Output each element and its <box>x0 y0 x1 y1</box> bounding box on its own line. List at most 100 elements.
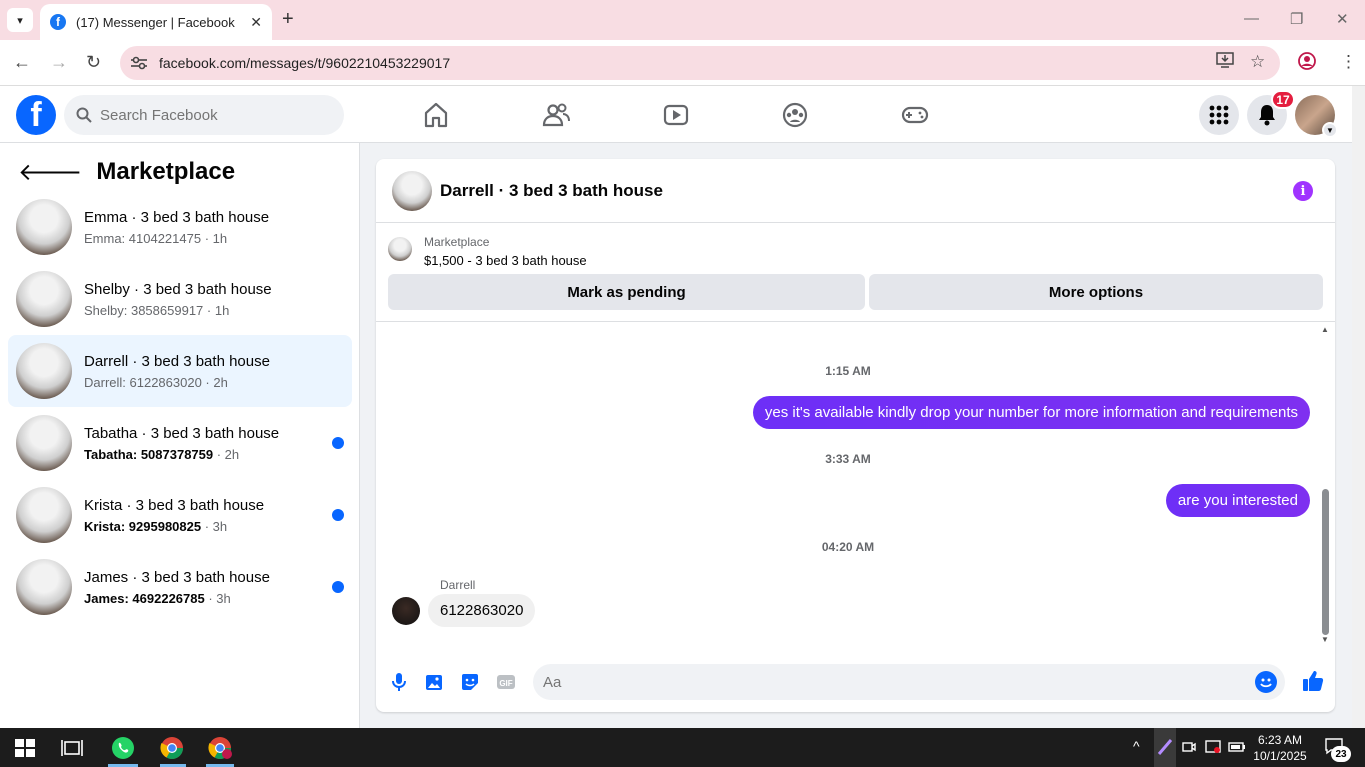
page-title: Marketplace <box>96 158 236 185</box>
chat-title[interactable]: Darrell · 3 bed 3 bath house <box>440 181 663 201</box>
marketplace-label: Marketplace <box>424 235 490 249</box>
chat-panel: Darrell · 3 bed 3 bath house i Marketpla… <box>376 159 1335 712</box>
listing-thumbnail <box>16 343 72 399</box>
page-scrollbar[interactable] <box>1352 86 1365 728</box>
show-hidden-icons-icon[interactable]: ^ <box>1133 738 1140 754</box>
restore-icon[interactable]: ❐ <box>1290 10 1303 28</box>
security-tray-icon[interactable] <box>1205 740 1221 754</box>
incoming-message[interactable]: 6122863020 <box>428 594 536 627</box>
conversation-item-active[interactable]: Darrell · 3 bed 3 bath house Darrell: 61… <box>8 335 352 407</box>
more-options-button[interactable]: More options <box>869 274 1323 310</box>
forward-icon[interactable]: → <box>50 52 68 73</box>
conversation-item[interactable]: James · 3 bed 3 bath house James: 469222… <box>8 551 352 623</box>
browser-menu-icon[interactable]: ⋮ <box>1340 52 1357 72</box>
chevron-down-icon: ▼ <box>1322 122 1338 138</box>
inbox-header: 🡐 Marketplace <box>18 157 235 187</box>
system-clock[interactable]: 6:23 AM 10/1/2025 <box>1250 732 1310 764</box>
video-icon[interactable] <box>661 100 691 130</box>
conversation-time: · 1h <box>201 230 228 246</box>
browser-toolbar: ← → ↻ facebook.com/messages/t/9602210453… <box>0 40 1365 86</box>
minimize-icon[interactable]: — <box>1244 10 1259 27</box>
svg-text:GIF: GIF <box>499 679 512 688</box>
conversation-item[interactable]: Krista · 3 bed 3 bath house Krista: 9295… <box>8 479 352 551</box>
listing-thumbnail <box>388 237 412 261</box>
listing-thumbnail[interactable] <box>392 170 432 211</box>
facebook-logo[interactable]: f <box>16 95 56 135</box>
friends-icon[interactable] <box>541 100 571 130</box>
menu-grid-icon[interactable] <box>1199 95 1239 135</box>
info-icon[interactable]: i <box>1293 181 1313 201</box>
message-timestamp: 1:15 AM <box>825 364 871 378</box>
conversation-name: Shelby · 3 bed 3 bath house <box>84 280 272 298</box>
marketplace-inbox: 🡐 Marketplace Emma · 3 bed 3 bath house … <box>0 143 360 728</box>
windows-start-icon[interactable] <box>13 736 37 760</box>
sticker-icon[interactable] <box>459 671 481 693</box>
conversation-preview: Shelby: 3858659917 <box>84 302 204 318</box>
listing-summary[interactable]: Marketplace $1,500 - 3 bed 3 bath house <box>388 235 587 268</box>
home-icon[interactable] <box>421 100 451 130</box>
conversation-name: Emma · 3 bed 3 bath house <box>84 208 270 226</box>
pen-tray-icon[interactable] <box>1154 728 1176 767</box>
meet-now-icon[interactable] <box>1182 740 1196 754</box>
search-input[interactable] <box>100 106 320 124</box>
chat-header: Darrell · 3 bed 3 bath house i <box>376 159 1335 223</box>
outgoing-message[interactable]: yes it's available kindly drop your numb… <box>752 396 1310 429</box>
scrollbar-thumb[interactable] <box>1322 489 1329 635</box>
mark-as-pending-button[interactable]: Mark as pending <box>388 274 865 310</box>
tab-search-dropdown-icon[interactable]: ▾ <box>7 8 33 32</box>
task-view-icon[interactable] <box>60 736 84 760</box>
gif-icon[interactable]: GIF <box>495 671 517 693</box>
chrome-icon[interactable] <box>160 736 184 760</box>
message-input[interactable] <box>543 673 1243 691</box>
back-arrow-icon[interactable]: 🡐 <box>18 157 82 187</box>
conversation-name: James · 3 bed 3 bath house <box>84 568 270 586</box>
back-icon[interactable]: ← <box>13 52 31 73</box>
microphone-icon[interactable] <box>388 671 410 693</box>
scroll-up-icon[interactable]: ▲ <box>1321 325 1329 334</box>
conversation-item[interactable]: Tabatha · 3 bed 3 bath house Tabatha: 50… <box>8 407 352 479</box>
conversation-time: · 2h <box>201 374 228 390</box>
conversation-preview: James: 4692226785 <box>84 590 205 606</box>
conversation-name: Tabatha · 3 bed 3 bath house <box>84 424 280 442</box>
sender-avatar[interactable] <box>392 597 420 625</box>
conversation-item[interactable]: Emma · 3 bed 3 bath house Emma: 41042214… <box>8 191 352 263</box>
account-avatar[interactable]: ▼ <box>1295 95 1338 138</box>
notifications-badge: 17 <box>1271 90 1295 109</box>
battery-icon[interactable] <box>1228 740 1246 754</box>
listing-thumbnail <box>16 559 72 615</box>
site-info-icon[interactable] <box>130 56 148 70</box>
chrome-profile-icon[interactable] <box>208 736 232 760</box>
tab-title: (17) Messenger | Facebook <box>76 14 235 30</box>
emoji-icon[interactable] <box>1255 671 1277 693</box>
browser-tab[interactable]: f (17) Messenger | Facebook ✕ <box>40 4 272 40</box>
photo-icon[interactable] <box>423 671 445 693</box>
tab-close-icon[interactable]: ✕ <box>250 14 262 31</box>
address-bar[interactable]: facebook.com/messages/t/9602210453229017 <box>120 46 1280 80</box>
listing-thumbnail <box>16 487 72 543</box>
groups-icon[interactable] <box>780 100 810 130</box>
profile-icon[interactable] <box>1298 52 1316 75</box>
outgoing-message[interactable]: are you interested <box>1165 484 1310 517</box>
notification-count-badge: 23 <box>1331 746 1351 762</box>
gaming-icon[interactable] <box>900 100 930 130</box>
install-app-icon[interactable] <box>1216 52 1234 73</box>
scroll-down-icon[interactable]: ▼ <box>1321 635 1329 644</box>
conversation-name: Darrell · 3 bed 3 bath house <box>84 352 270 370</box>
unread-dot <box>332 581 344 593</box>
facebook-header: f <box>0 86 1352 143</box>
conversation-item[interactable]: Shelby · 3 bed 3 bath house Shelby: 3858… <box>8 263 352 335</box>
new-tab-icon[interactable]: + <box>282 8 294 31</box>
conversation-time: · 3h <box>201 518 228 534</box>
message-input-box[interactable] <box>533 664 1285 700</box>
window-close-icon[interactable]: ✕ <box>1336 10 1349 28</box>
bookmark-star-icon[interactable]: ☆ <box>1250 52 1265 72</box>
reload-icon[interactable]: ↻ <box>86 52 101 73</box>
chat-scrollbar[interactable]: ▲ ▼ <box>1320 325 1332 647</box>
conversation-name: Krista · 3 bed 3 bath house <box>84 496 265 514</box>
conversation-time: · 3h <box>204 590 231 606</box>
whatsapp-icon[interactable] <box>110 735 136 761</box>
search-icon <box>76 107 92 123</box>
search-box[interactable] <box>64 95 344 135</box>
conversation-preview: Emma: 4104221475 <box>84 230 202 246</box>
thumbs-up-icon[interactable] <box>1301 669 1325 693</box>
